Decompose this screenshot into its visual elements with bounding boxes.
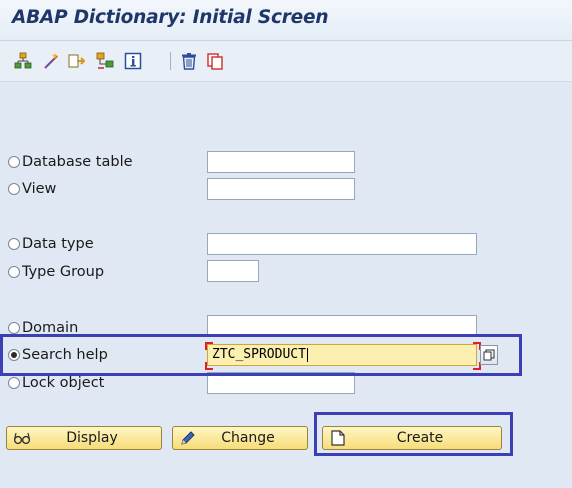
radio-view[interactable] bbox=[8, 183, 20, 195]
label-database-table: Database table bbox=[22, 154, 133, 170]
display-button[interactable]: Display bbox=[6, 426, 162, 450]
wand-icon[interactable] bbox=[42, 52, 60, 70]
window-title: ABAP Dictionary: Initial Screen bbox=[12, 7, 329, 28]
type-group-input[interactable] bbox=[207, 260, 259, 282]
label-type-group: Type Group bbox=[22, 264, 105, 280]
radio-database-table[interactable] bbox=[8, 156, 20, 168]
info-icon[interactable] bbox=[124, 52, 142, 70]
radio-domain[interactable] bbox=[8, 322, 20, 334]
option-data-type[interactable]: Data type bbox=[8, 234, 94, 254]
display-label: Display bbox=[66, 430, 118, 446]
data-type-input[interactable] bbox=[207, 233, 477, 255]
pencil-icon bbox=[179, 429, 197, 447]
toolbar-separator bbox=[170, 52, 171, 70]
view-input[interactable] bbox=[207, 178, 355, 200]
option-type-group[interactable]: Type Group bbox=[8, 262, 104, 282]
radio-lock-object[interactable] bbox=[8, 377, 20, 389]
search-help-highlight bbox=[0, 334, 522, 376]
label-data-type: Data type bbox=[22, 236, 94, 252]
database-table-input[interactable] bbox=[207, 151, 355, 173]
label-view: View bbox=[22, 181, 57, 197]
radio-data-type[interactable] bbox=[8, 238, 20, 250]
copy-icon[interactable] bbox=[206, 52, 224, 70]
change-label: Change bbox=[221, 430, 275, 446]
option-database-table[interactable]: Database table bbox=[8, 152, 133, 172]
hierarchy-icon[interactable] bbox=[14, 52, 32, 70]
title-bar: ABAP Dictionary: Initial Screen bbox=[0, 0, 572, 41]
create-highlight bbox=[314, 412, 513, 456]
delete-icon[interactable] bbox=[180, 52, 198, 70]
glasses-icon bbox=[13, 429, 31, 447]
option-view[interactable]: View bbox=[8, 179, 56, 199]
radio-type-group[interactable] bbox=[8, 266, 20, 278]
where-used-icon[interactable] bbox=[96, 52, 114, 70]
change-button[interactable]: Change bbox=[172, 426, 308, 450]
option-lock-object[interactable]: Lock object bbox=[8, 373, 104, 393]
other-object-icon[interactable] bbox=[68, 52, 86, 70]
label-lock-object: Lock object bbox=[22, 375, 105, 391]
